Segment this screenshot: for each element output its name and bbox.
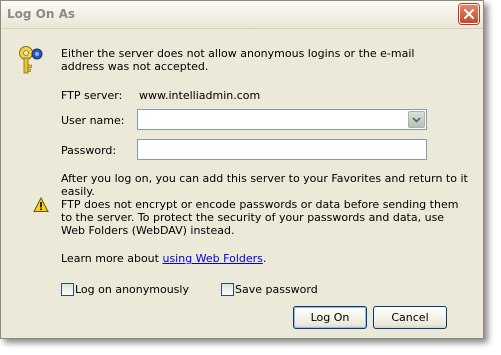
- username-dropdown-button[interactable]: [408, 111, 425, 128]
- ftp-server-value: www.intelliadmin.com: [139, 89, 261, 102]
- password-field[interactable]: [137, 139, 427, 160]
- after-logon-text: After you log on, you can add this serve…: [61, 172, 468, 198]
- username-combobox[interactable]: [137, 109, 427, 130]
- save-password-checkbox[interactable]: [221, 283, 234, 296]
- ftp-server-label: FTP server:: [61, 89, 123, 102]
- anonymous-login-message: Either the server does not allow anonymo…: [61, 47, 415, 73]
- warning-icon: [33, 197, 49, 212]
- close-button[interactable]: [459, 4, 479, 24]
- log-on-anonymously-label[interactable]: Log on anonymously: [75, 283, 189, 296]
- log-on-anonymously-checkbox[interactable]: [61, 283, 74, 296]
- save-password-label[interactable]: Save password: [235, 283, 318, 296]
- password-label: Password:: [61, 144, 117, 157]
- username-label: User name:: [61, 114, 125, 127]
- learn-more-line: Learn more about using Web Folders.: [61, 252, 266, 265]
- title-bar[interactable]: Log On As: [1, 1, 483, 29]
- web-folders-link[interactable]: using Web Folders: [162, 252, 262, 265]
- learn-more-suffix: .: [262, 252, 267, 265]
- log-on-button[interactable]: Log On: [293, 306, 367, 329]
- learn-more-prefix: Learn more about: [61, 252, 163, 265]
- ftp-security-warning: FTP does not encrypt or encode passwords…: [61, 198, 459, 237]
- cancel-button[interactable]: Cancel: [373, 306, 447, 329]
- close-icon: [464, 9, 474, 19]
- window-title: Log On As: [7, 7, 76, 21]
- chevron-down-icon: [412, 116, 421, 123]
- log-on-as-dialog: Log On As Either the server does not all…: [0, 0, 484, 339]
- key-icon: [19, 46, 43, 74]
